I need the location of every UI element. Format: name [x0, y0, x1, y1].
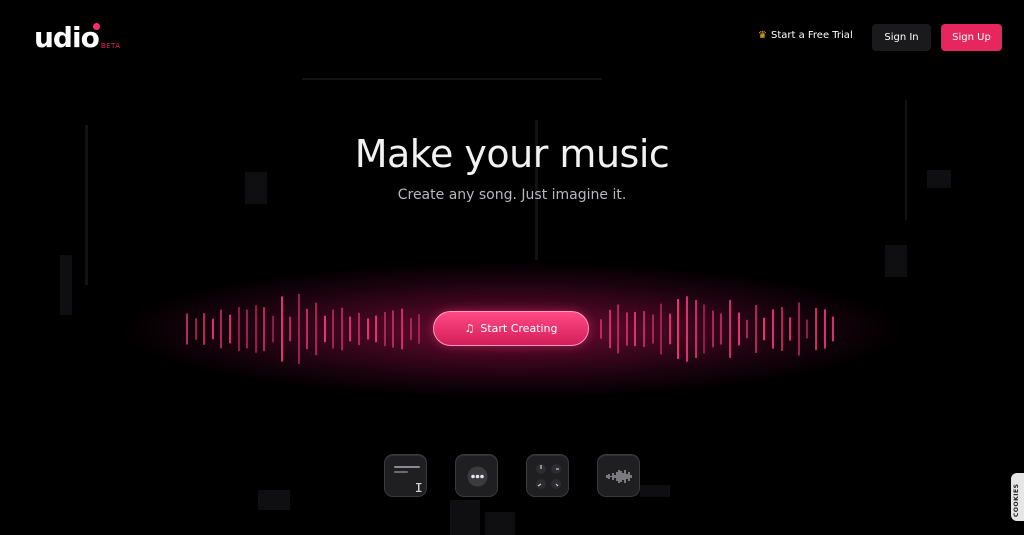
logo-dot: [93, 23, 100, 30]
waveform-bar: [375, 315, 377, 343]
waveform-bar: [686, 296, 688, 362]
waveform-bar: [815, 307, 817, 351]
waveform-bar: [263, 307, 265, 351]
waveform-bar: [212, 318, 214, 340]
controls-knobs-icon: [536, 464, 561, 489]
waveform-bar: [669, 313, 671, 345]
cta-label: Start Creating: [480, 322, 558, 335]
waveform-bar: [229, 314, 231, 344]
start-creating-button[interactable]: ♫ Start Creating: [433, 311, 589, 346]
waveform-bar: [738, 312, 740, 346]
waveform-bar: [401, 308, 403, 350]
waveform-bar: [298, 293, 300, 365]
waveform-bar: [634, 311, 636, 347]
feature-controls[interactable]: [526, 454, 569, 497]
waveform-bar: [186, 313, 188, 345]
waveform-bar: [392, 310, 394, 348]
feature-text-prompt[interactable]: [384, 454, 427, 497]
feature-more-options[interactable]: [455, 454, 498, 497]
feature-waveform[interactable]: [597, 454, 640, 497]
waveform-bar: [660, 303, 662, 355]
waveform-bar: [729, 300, 731, 358]
waveform-visual: [186, 293, 834, 365]
waveform-bar: [712, 310, 714, 348]
cookie-tab-label: COOKIES: [1013, 483, 1020, 517]
waveform-bar: [824, 309, 826, 349]
waveform-bar: [755, 305, 757, 353]
waveform-bar: [677, 299, 679, 359]
sign-in-button[interactable]: Sign In: [872, 24, 931, 51]
waveform-bar: [220, 309, 222, 349]
waveform-bar: [609, 309, 611, 349]
waveform-bar: [238, 307, 240, 351]
more-options-icon: [467, 466, 488, 487]
waveform-bar: [246, 309, 248, 349]
waveform-bar: [410, 318, 412, 340]
waveform-bar: [203, 313, 205, 345]
cookie-settings-tab[interactable]: COOKIES: [1011, 473, 1024, 521]
waveform-bar: [358, 312, 360, 346]
waveform-bar: [315, 302, 317, 356]
logo[interactable]: udio BETA: [34, 21, 121, 54]
waveform-bar: [703, 304, 705, 354]
waveform-bar: [418, 314, 420, 344]
waveform-bar: [600, 319, 602, 339]
waveform-bar: [626, 312, 628, 346]
crown-icon: ♛: [758, 30, 767, 41]
waveform-bar: [281, 296, 283, 362]
music-note-icon: ♫: [464, 322, 475, 335]
waveform-bar: [332, 309, 334, 349]
sign-up-button[interactable]: Sign Up: [941, 24, 1002, 51]
waveform-bar: [806, 319, 808, 339]
header: udio BETA ♛ Start a Free Trial Sign In S…: [0, 0, 1024, 75]
logo-wordmark: udio: [34, 21, 100, 54]
waveform-bar: [341, 307, 343, 351]
waveform-bar: [789, 317, 791, 341]
waveform-bar: [289, 316, 291, 342]
waveform-bar: [255, 305, 257, 353]
waveform-bar: [746, 319, 748, 339]
waveform-bar: [324, 315, 326, 343]
waveform-bar: [306, 308, 308, 350]
text-prompt-icon: [394, 466, 422, 492]
beta-badge: BETA: [100, 42, 121, 50]
waveform-bar: [781, 307, 783, 351]
waveform-bar: [643, 311, 645, 347]
hero-subtitle: Create any song. Just imagine it.: [397, 187, 627, 203]
waveform-bar: [349, 316, 351, 342]
waveform-bar: [384, 311, 386, 347]
start-free-trial-link[interactable]: ♛ Start a Free Trial: [758, 30, 853, 41]
waveform-bar: [720, 313, 722, 345]
waveform-bar: [798, 302, 800, 356]
waveform-bar: [695, 300, 697, 358]
waveform-bar: [763, 317, 765, 341]
waveform-bar: [617, 304, 619, 354]
waveform-bar: [195, 318, 197, 340]
waveform-bar: [832, 316, 834, 342]
waveform-bar: [652, 314, 654, 344]
audio-waveform-icon: [606, 470, 632, 483]
waveform-bar: [272, 315, 274, 343]
hero-title: Make your music: [354, 132, 670, 176]
trial-label: Start a Free Trial: [770, 30, 853, 41]
waveform-bar: [367, 318, 369, 340]
waveform-bar: [772, 309, 774, 349]
